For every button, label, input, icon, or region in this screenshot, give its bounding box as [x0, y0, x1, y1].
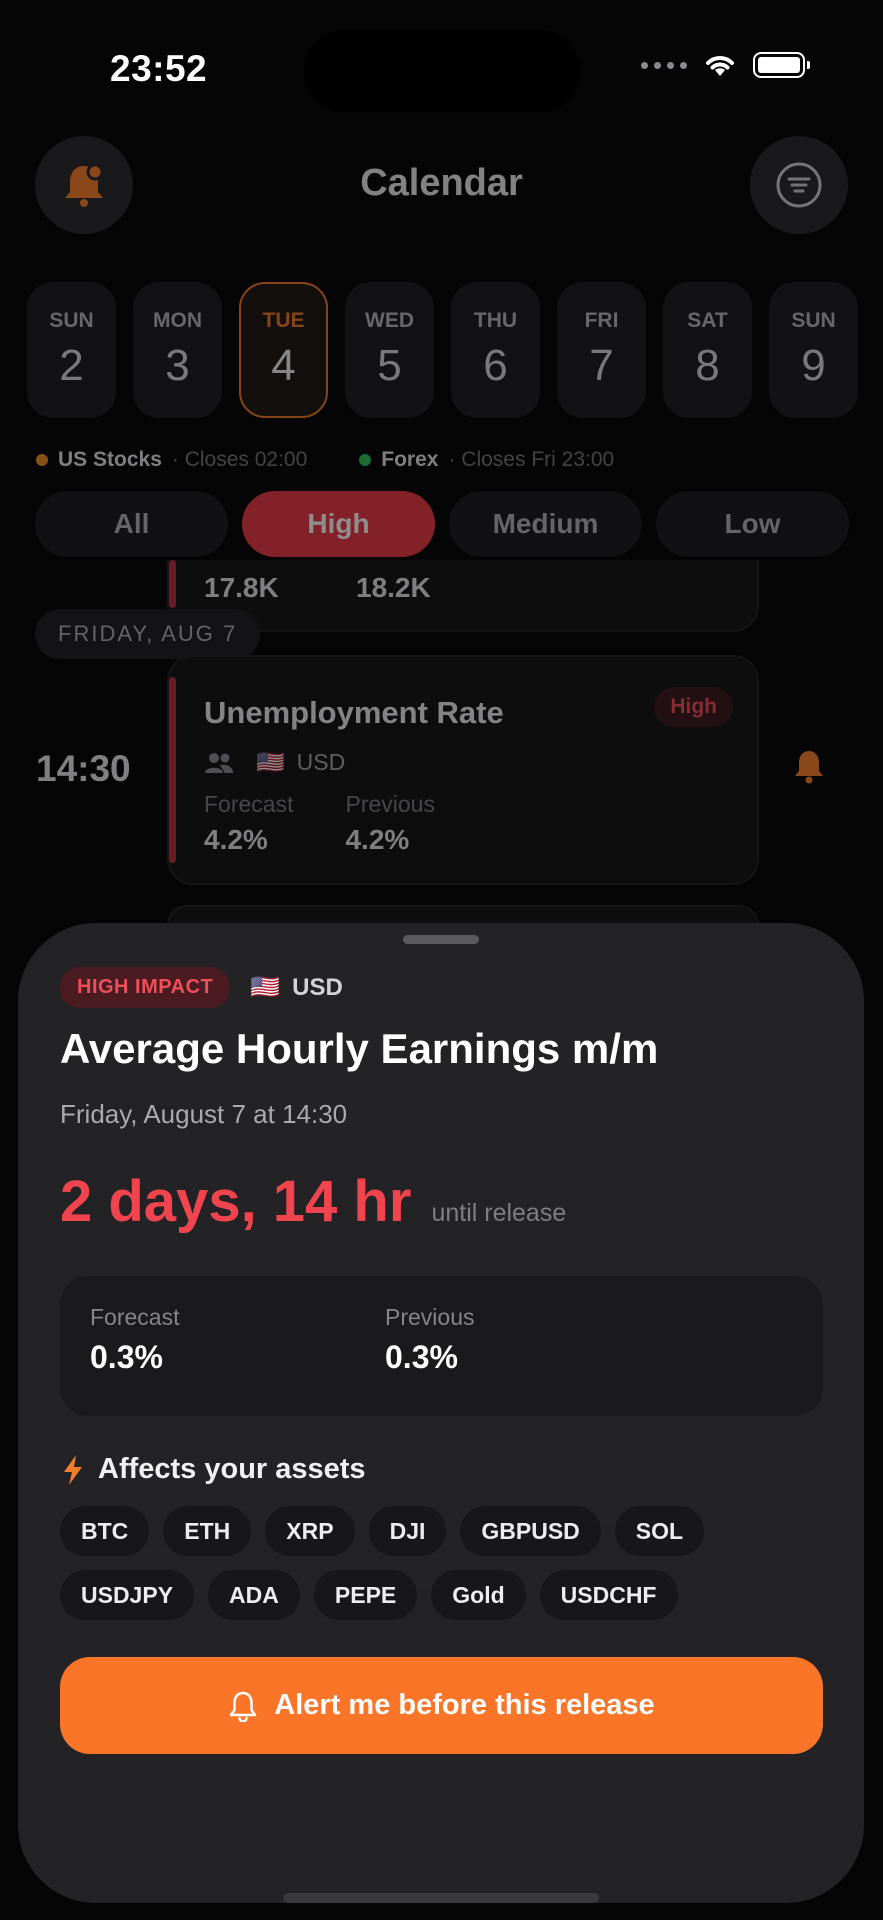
- day-tue-4-selected[interactable]: TUE 4: [239, 282, 328, 418]
- previous-col: Previous 0.3%: [385, 1304, 474, 1376]
- forecast-label: Forecast: [90, 1304, 180, 1330]
- impact-badge: High: [654, 687, 733, 727]
- affects-title: Affects your assets: [98, 1453, 366, 1485]
- day-sun-2[interactable]: SUN 2: [27, 282, 116, 418]
- previous-label: Previous: [345, 791, 435, 817]
- countdown-suffix: until release: [431, 1199, 567, 1227]
- impact-bar: [169, 677, 176, 863]
- status-dot: [359, 454, 372, 466]
- forecast-value: 17.8K: [204, 572, 279, 603]
- filter-medium[interactable]: Medium: [449, 491, 642, 557]
- forecast-value: 0.3%: [90, 1339, 163, 1375]
- filter-menu-button[interactable]: [750, 136, 848, 234]
- asset-chip-ada[interactable]: ADA: [208, 1570, 300, 1620]
- previous-value: 0.3%: [385, 1339, 458, 1375]
- asset-chips: BTC ETH XRP DJI GBPUSD SOL USDJPY ADA PE…: [60, 1506, 820, 1620]
- currency-label: USD: [292, 973, 343, 1001]
- impact-row: HIGH IMPACT 🇺🇸 USD: [60, 967, 343, 1008]
- market-hours: US Stocks · Closes 02:00 Forex · Closes …: [36, 448, 614, 472]
- event-meta: 🇺🇸 USD: [204, 749, 345, 776]
- bell-icon: [230, 1691, 257, 1722]
- asset-chip-btc[interactable]: BTC: [60, 1506, 150, 1556]
- day-thu-6[interactable]: THU 6: [451, 282, 540, 418]
- event-alert-button[interactable]: [792, 748, 826, 789]
- asset-chip-xrp[interactable]: XRP: [265, 1506, 355, 1556]
- alert-me-label: Alert me before this release: [274, 1689, 655, 1721]
- filter-high[interactable]: High: [242, 491, 435, 557]
- impact-filter: All High Medium Low: [35, 491, 849, 557]
- filter-icon: [776, 162, 822, 208]
- asset-chip-sol[interactable]: SOL: [614, 1506, 705, 1556]
- previous-label: Previous: [385, 1304, 475, 1330]
- previous-value: 4.2%: [345, 824, 410, 855]
- forecast-value: 4.2%: [204, 824, 268, 855]
- filter-low[interactable]: Low: [656, 491, 849, 557]
- event-card[interactable]: Unemployment Rate High 🇺🇸 USD Forecast 4.…: [167, 655, 759, 885]
- filter-all[interactable]: All: [35, 491, 228, 557]
- flag-icon: 🇺🇸: [250, 974, 281, 1001]
- day-selector: SUN 2 MON 3 TUE 4 WED 5 THU 6 FRI 7 SAT 8 SUN 9: [27, 282, 858, 418]
- day-sat-8[interactable]: SAT 8: [663, 282, 752, 418]
- currency-tag: 🇺🇸 USD: [250, 973, 343, 1002]
- asset-chip-gold[interactable]: Gold: [431, 1570, 526, 1620]
- market-forex: Forex · Closes Fri 23:00: [359, 448, 614, 472]
- event-currency: USD: [296, 749, 346, 775]
- asset-chip-dji[interactable]: DJI: [368, 1506, 447, 1556]
- previous-value: 18.2K: [356, 572, 431, 603]
- event-detail-sheet: HIGH IMPACT 🇺🇸 USD Average Hourly Earnin…: [18, 923, 864, 1903]
- asset-chip-gbpusd[interactable]: GBPUSD: [460, 1506, 601, 1556]
- bell-icon: [795, 751, 823, 784]
- countdown-value: 2 days, 14 hr: [60, 1169, 412, 1234]
- flag-icon: 🇺🇸: [256, 749, 285, 775]
- home-indicator[interactable]: [283, 1893, 599, 1903]
- forecast-label: Forecast: [204, 791, 294, 817]
- day-fri-7[interactable]: FRI 7: [557, 282, 646, 418]
- asset-chip-pepe[interactable]: PEPE: [313, 1570, 418, 1620]
- event-datetime: Friday, August 7 at 14:30: [60, 1099, 348, 1129]
- market-us-stocks: US Stocks · Closes 02:00: [36, 448, 307, 472]
- alert-me-button[interactable]: Alert me before this release: [60, 1657, 823, 1754]
- event-title: Average Hourly Earnings m/m: [60, 1025, 659, 1072]
- asset-chip-eth[interactable]: ETH: [163, 1506, 252, 1556]
- day-sun-9[interactable]: SUN 9: [769, 282, 858, 418]
- people-icon: [205, 752, 233, 773]
- impact-badge: HIGH IMPACT: [60, 967, 231, 1008]
- event-stats: Forecast 4.2% Previous 4.2%: [204, 791, 435, 856]
- countdown: 2 days, 14 hr until release: [60, 1168, 566, 1235]
- sheet-grabber[interactable]: [403, 935, 479, 944]
- affects-heading: Affects your assets: [62, 1453, 366, 1486]
- date-header: FRIDAY, AUG 7: [35, 609, 261, 659]
- lightning-icon: [64, 1454, 82, 1485]
- asset-chip-usdjpy[interactable]: USDJPY: [60, 1570, 195, 1620]
- event-title: Unemployment Rate: [204, 695, 504, 730]
- status-dot: [36, 454, 48, 466]
- forecast-previous-box: Forecast 0.3% Previous 0.3%: [60, 1276, 823, 1416]
- day-wed-5[interactable]: WED 5: [345, 282, 434, 418]
- forecast-col: Forecast 0.3%: [90, 1304, 179, 1376]
- impact-bar: [169, 560, 176, 608]
- event-time: 14:30: [36, 748, 131, 789]
- asset-chip-usdchf[interactable]: USDCHF: [539, 1570, 678, 1620]
- day-mon-3[interactable]: MON 3: [133, 282, 222, 418]
